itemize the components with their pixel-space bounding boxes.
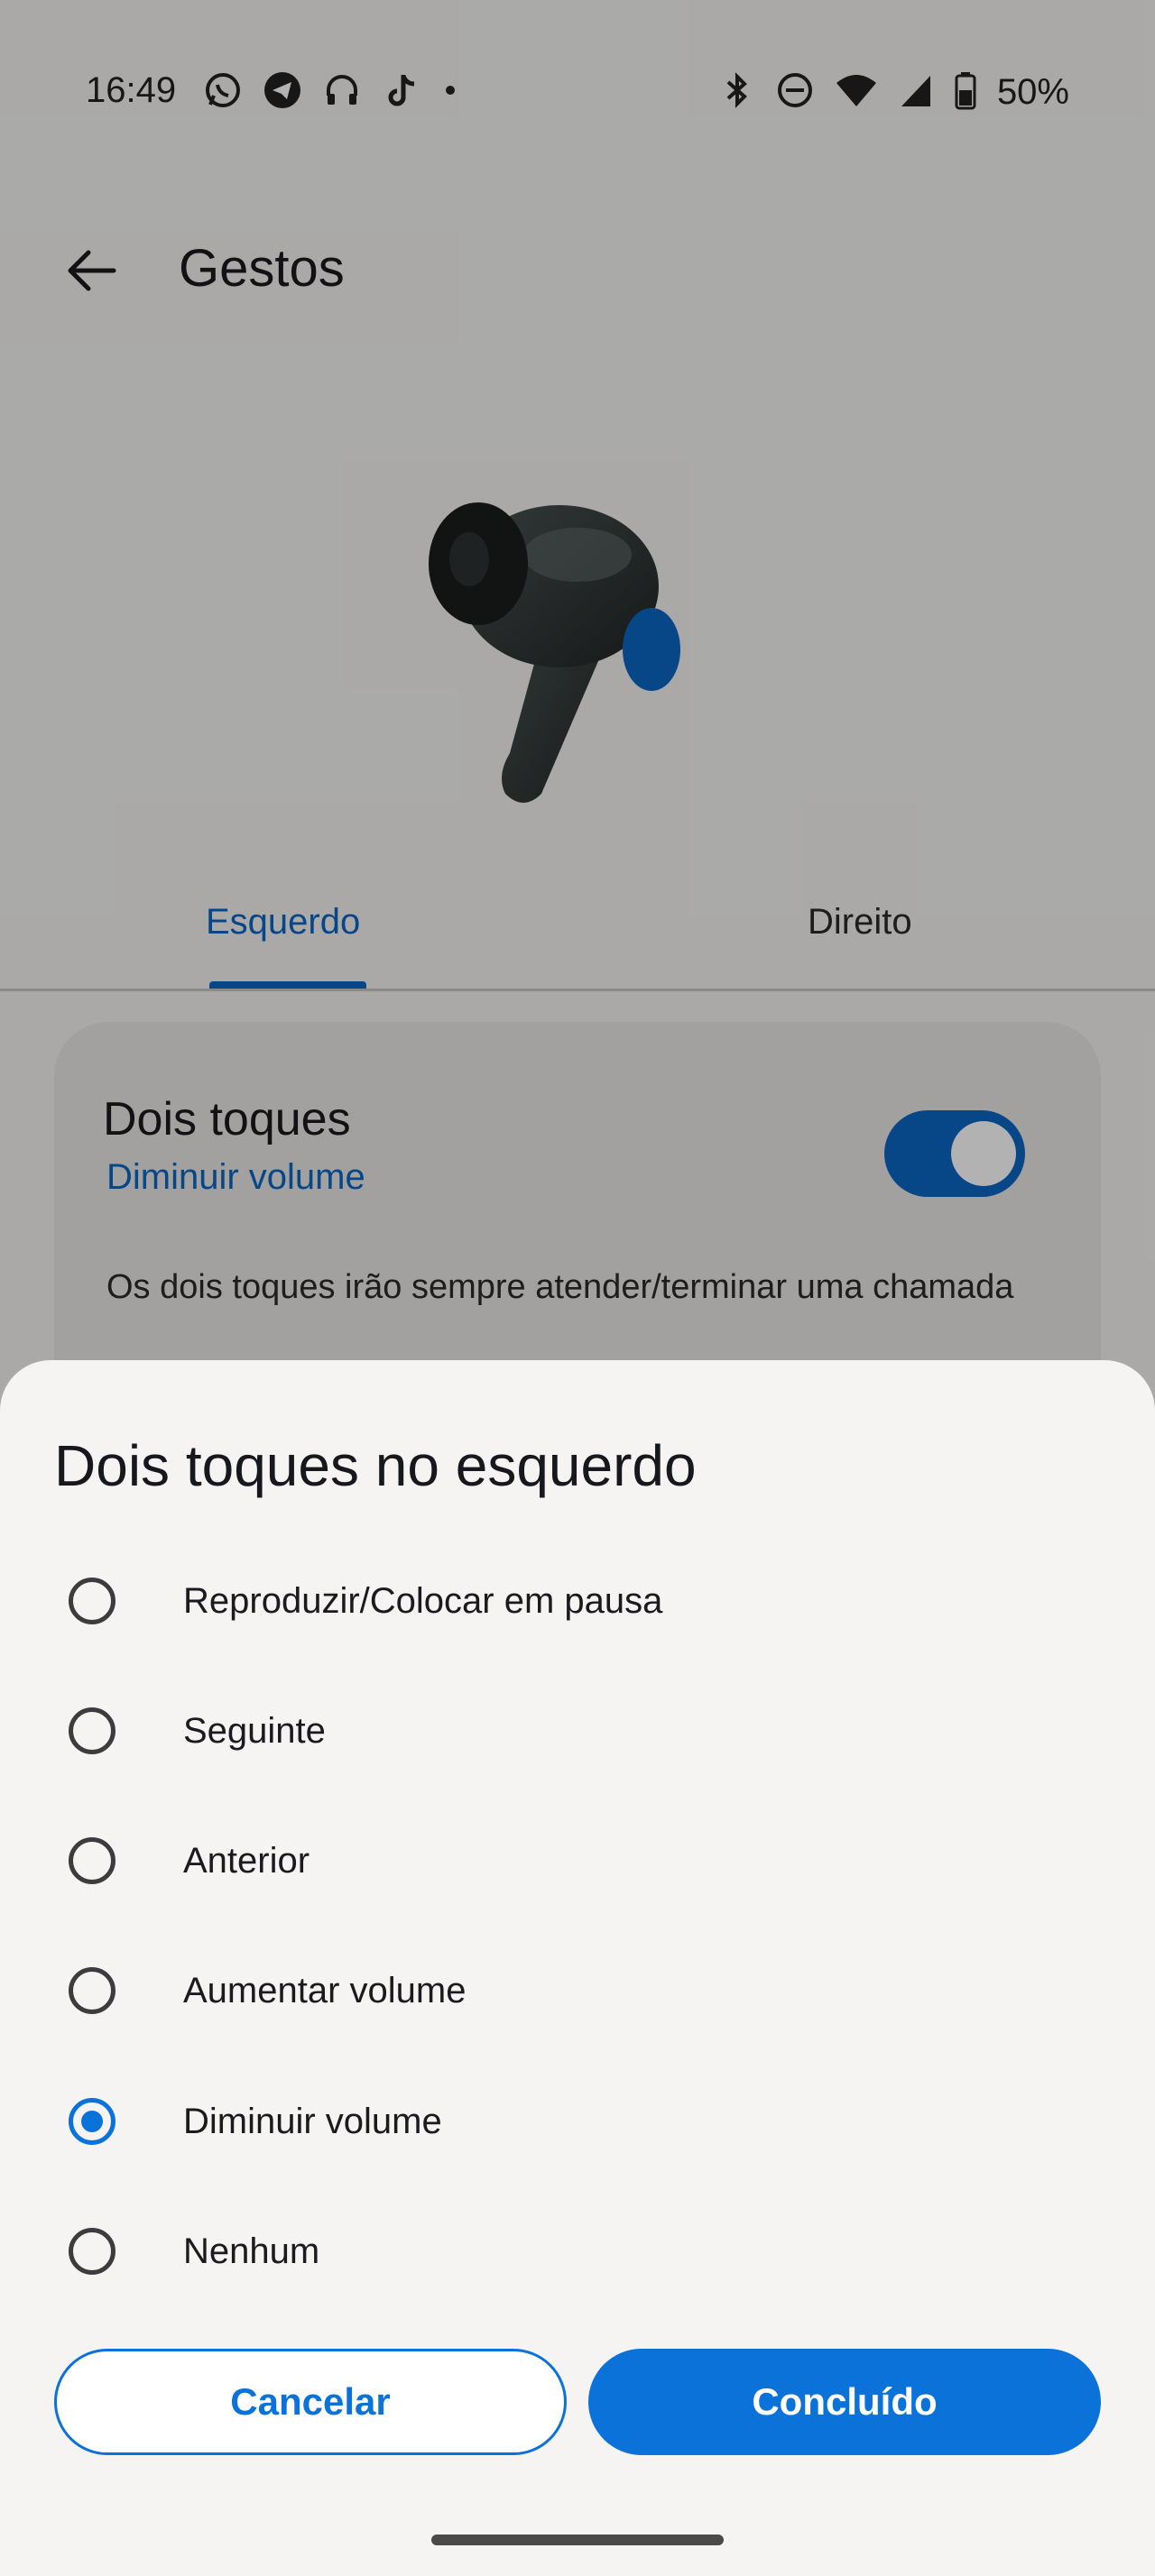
radio-button-selected[interactable] [69,2098,116,2145]
option-label: Anterior [183,1841,310,1881]
option-none[interactable]: Nenhum [0,2197,1155,2305]
option-label: Nenhum [183,2231,320,2271]
option-label: Diminuir volume [183,2102,442,2141]
option-label: Reproduzir/Colocar em pausa [183,1581,663,1621]
radio-button[interactable] [69,1837,116,1884]
home-indicator[interactable] [431,2535,724,2545]
option-label: Aumentar volume [183,1971,467,2010]
radio-button[interactable] [69,1578,116,1624]
option-next[interactable]: Seguinte [0,1677,1155,1785]
option-volume-up[interactable]: Aumentar volume [0,1937,1155,2045]
sheet-title: Dois toques no esquerdo [54,1433,697,1498]
option-label: Seguinte [183,1711,326,1751]
option-volume-down[interactable]: Diminuir volume [0,2067,1155,2176]
radio-button[interactable] [69,2228,116,2275]
bottom-sheet: Dois toques no esquerdo Reproduzir/Coloc… [0,1360,1155,2576]
radio-button[interactable] [69,1967,116,2014]
option-previous[interactable]: Anterior [0,1807,1155,1915]
done-button[interactable]: Concluído [588,2349,1101,2455]
cancel-button[interactable]: Cancelar [54,2349,567,2455]
option-play-pause[interactable]: Reproduzir/Colocar em pausa [0,1547,1155,1655]
radio-button[interactable] [69,1707,116,1754]
